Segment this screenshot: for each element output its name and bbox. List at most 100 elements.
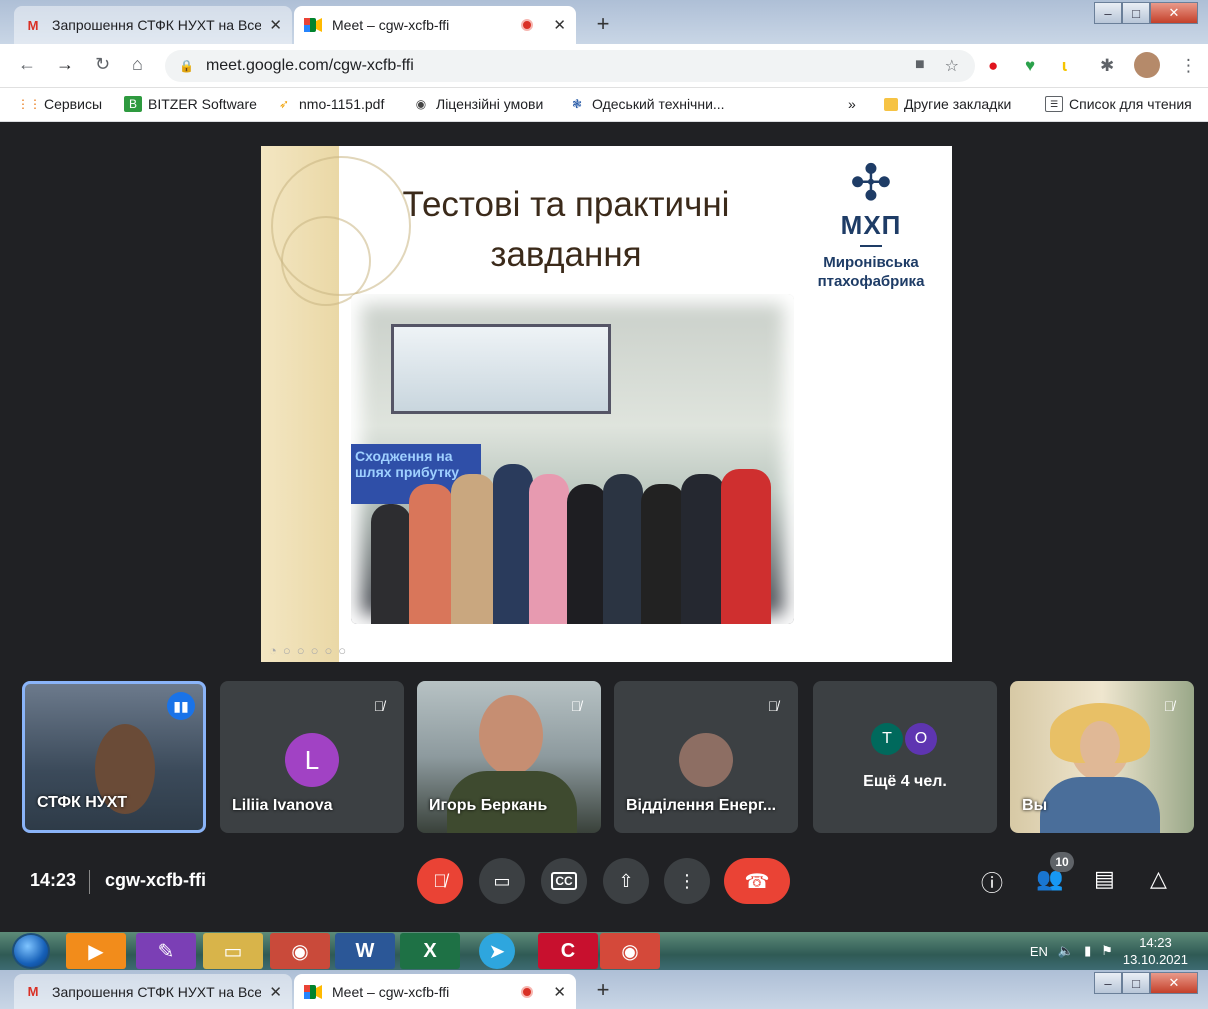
opera-extension-icon[interactable]: ● <box>988 56 998 76</box>
url-field[interactable]: 🔒 meet.google.com/cgw-xcfb-ffi ■ ☆ <box>165 50 975 82</box>
excel-icon[interactable]: X <box>400 933 460 969</box>
tab-meet[interactable]: Meet – cgw-xcfb-ffi ✕ <box>294 6 576 44</box>
bookmark-other[interactable]: Другие закладки <box>884 96 1011 112</box>
network-icon[interactable]: ▮ <box>1084 943 1091 959</box>
tab-label: Запрошення СТФК НУХТ на Все <box>52 17 262 33</box>
avatar: L <box>285 733 339 787</box>
present-button[interactable]: ⇧ <box>603 858 649 904</box>
maximize-button[interactable]: □ <box>1122 972 1150 994</box>
chrome-icon[interactable]: ◉ <box>270 933 330 969</box>
menu-icon[interactable]: ⋮ <box>1180 56 1197 76</box>
bookmark-license[interactable]: ◉ Ліцензійні умови <box>412 96 544 112</box>
person <box>371 504 411 624</box>
pointer-icon[interactable]: ◔ <box>269 643 277 658</box>
person <box>641 484 685 624</box>
camera-toggle-button[interactable]: ▭ <box>479 858 525 904</box>
mic-off-icon: 🎙̸ <box>1163 698 1175 714</box>
language-indicator[interactable]: EN <box>1030 944 1048 959</box>
shield-extension-icon[interactable]: ♥ <box>1025 56 1035 76</box>
window-close-button[interactable]: ✕ <box>1150 972 1198 994</box>
bookmark-label: Одеський технічни... <box>592 96 725 112</box>
bookmarks-overflow[interactable]: » <box>848 96 856 112</box>
participant-tile[interactable]: 🎙̸ Вы <box>1010 681 1194 833</box>
more-options-button[interactable]: ⋮ <box>664 858 710 904</box>
person <box>567 484 607 624</box>
opera-icon[interactable]: C <box>538 933 598 969</box>
new-tab-button[interactable]: + <box>588 976 618 1004</box>
participant-tile[interactable]: 🎙̸ L Liliia Ivanova <box>220 681 404 833</box>
bitzer-icon: B <box>124 96 142 112</box>
bookmark-bitzer[interactable]: B BITZER Software <box>124 96 257 112</box>
slides-icon[interactable]: ○ <box>311 643 319 658</box>
clock-date: 13.10.2021 <box>1122 952 1188 967</box>
participant-name: Игорь Беркань <box>429 797 548 814</box>
mic-toggle-button[interactable]: 🎙̸ <box>417 858 463 904</box>
reading-list[interactable]: ☰ Список для чтения <box>1045 96 1192 112</box>
word-icon[interactable]: W <box>335 933 395 969</box>
zoom-icon[interactable]: ○ <box>324 643 332 658</box>
bookmark-pdf[interactable]: ➶ nmo-1151.pdf <box>275 96 384 112</box>
meeting-details-icon[interactable]: ⓘ <box>981 866 1003 898</box>
windmill-icon: ✣ <box>850 155 892 211</box>
new-tab-button[interactable]: + <box>588 10 618 38</box>
profile-avatar[interactable] <box>1134 52 1160 78</box>
back-icon[interactable]: ← <box>18 54 36 75</box>
camera-icon[interactable]: ■ <box>915 56 925 76</box>
start-button[interactable] <box>12 933 50 969</box>
bookmark-label: BITZER Software <box>148 96 257 112</box>
chrome-profile-icon[interactable]: ◉ <box>600 933 660 969</box>
participant-tile[interactable]: ▮▮ СТФК НУХТ <box>22 681 206 833</box>
folder-icon <box>884 97 898 111</box>
minimize-button[interactable]: – <box>1094 2 1122 24</box>
participant-tile[interactable]: T O Ещё 4 чел. <box>813 681 997 833</box>
people-button[interactable]: 👥 10 <box>1036 852 1074 892</box>
bookmark-label: Сервисы <box>44 96 103 112</box>
participant-tile[interactable]: 🎙̸ Игорь Беркань <box>417 681 601 833</box>
action-center-icon[interactable]: ⚑ <box>1101 943 1113 959</box>
volume-icon[interactable]: 🔈 <box>1058 943 1074 959</box>
mic-off-icon: 🎙̸ <box>433 870 447 891</box>
participant-name: Liliia Ivanova <box>232 797 333 814</box>
close-tab-icon[interactable]: ✕ <box>553 16 566 34</box>
pdf-icon: ➶ <box>278 97 290 111</box>
reload-icon[interactable]: ↻ <box>95 54 110 75</box>
tab-label: Meet – cgw-xcfb-ffi <box>332 983 450 1000</box>
window-close-button[interactable]: ✕ <box>1150 2 1198 24</box>
bookmark-services[interactable]: ⋮⋮ Сервисы <box>17 96 103 112</box>
pen-icon[interactable]: ○ <box>283 643 291 658</box>
forward-icon[interactable]: → <box>56 54 74 75</box>
recording-icon <box>521 19 534 31</box>
activities-icon[interactable]: △ <box>1150 866 1167 892</box>
close-tab-icon[interactable]: ✕ <box>269 16 282 34</box>
home-icon[interactable]: ⌂ <box>132 54 143 75</box>
bookmark-odessa[interactable]: ❃ Одеський технічни... <box>568 96 725 112</box>
extensions-icon[interactable]: ✱ <box>1100 56 1114 76</box>
marker-icon[interactable]: ○ <box>297 643 305 658</box>
telegram-icon[interactable]: ➤ <box>479 933 515 969</box>
yandex-extension-icon[interactable]: ɩ <box>1062 56 1067 76</box>
minimize-button[interactable]: – <box>1094 972 1122 994</box>
logo-name: Миронівська птахофабрика <box>817 254 925 290</box>
bookmark-star-icon[interactable]: ☆ <box>945 56 959 76</box>
browser-tab-bar: M Запрошення СТФК НУХТ на Все ✕ Meet – c… <box>0 0 1208 44</box>
pen-app-icon[interactable]: ✎ <box>136 933 196 969</box>
presentation-slide: Тестові та практичні завдання ✣ МХП Миро… <box>261 146 952 662</box>
participant-tile[interactable]: 🎙̸ Відділення Енерг... <box>614 681 798 833</box>
more-icon[interactable]: ○ <box>338 643 346 658</box>
close-tab-icon[interactable]: ✕ <box>269 983 282 1001</box>
tab-gmail[interactable]: M Запрошення СТФК НУХТ на Все ✕ <box>14 6 292 44</box>
chat-icon[interactable]: ▤ <box>1094 866 1115 892</box>
bookmark-label: Список для чтения <box>1069 96 1192 112</box>
captions-button[interactable]: CC <box>541 858 587 904</box>
system-clock[interactable]: 14:23 13.10.2021 <box>1123 934 1188 968</box>
tab-meet[interactable]: Meet – cgw-xcfb-ffi ✕ <box>294 974 576 1009</box>
close-tab-icon[interactable]: ✕ <box>553 983 566 1001</box>
tab-gmail[interactable]: M Запрошення СТФК НУХТ на Все ✕ <box>14 974 292 1009</box>
media-player-icon[interactable]: ▶ <box>66 933 126 969</box>
person-face <box>1080 721 1120 771</box>
tab-label: Meet – cgw-xcfb-ffi <box>332 17 450 33</box>
explorer-icon[interactable]: ▭ <box>203 933 263 969</box>
leave-call-button[interactable]: ☎ <box>724 858 790 904</box>
maximize-button[interactable]: □ <box>1122 2 1150 24</box>
participant-strip: ▮▮ СТФК НУХТ 🎙̸ L Liliia Ivanova 🎙̸ Игор… <box>22 681 1194 833</box>
